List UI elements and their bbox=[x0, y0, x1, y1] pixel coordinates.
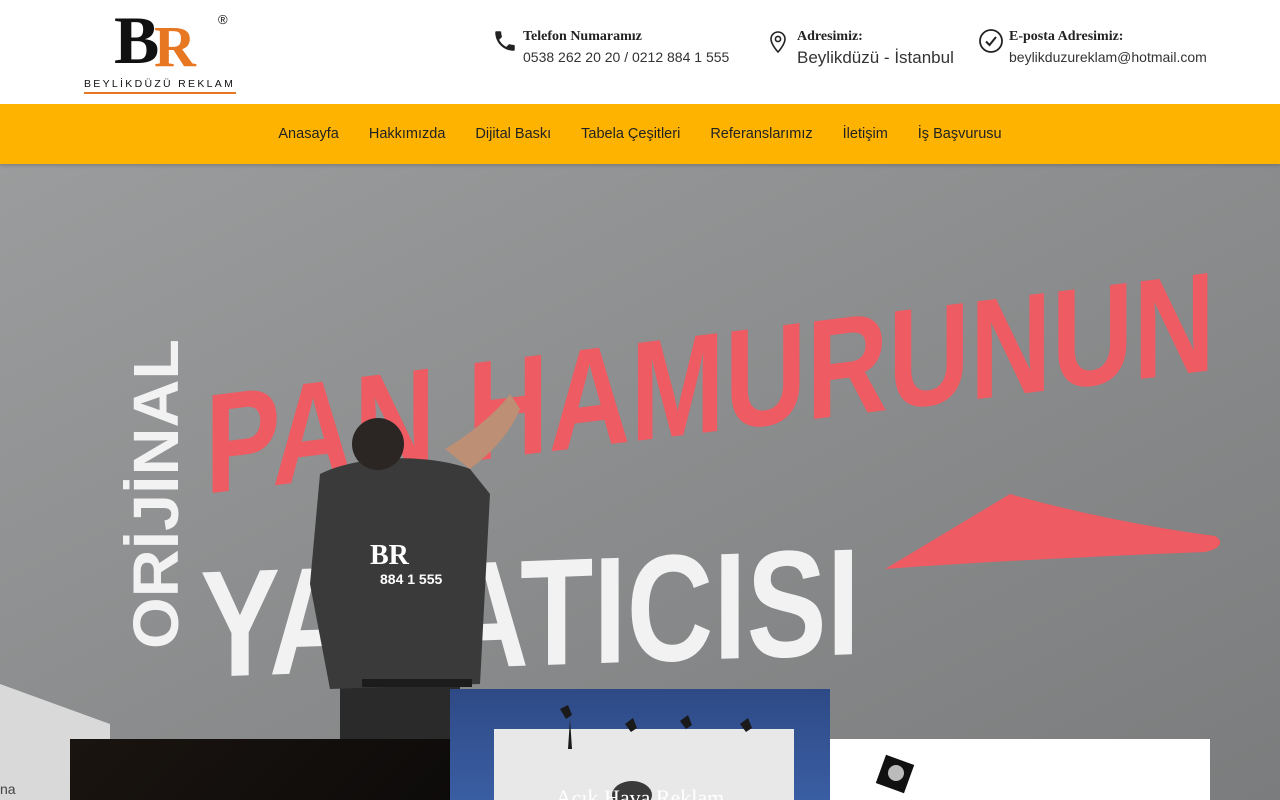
sign-side-text: ORİJİNAL bbox=[120, 339, 192, 649]
check-circle-icon bbox=[978, 28, 1004, 54]
email-value[interactable]: beylikduzureklam@hotmail.com bbox=[1009, 46, 1207, 68]
card-title-outdoor[interactable]: Açık Hava Reklam bbox=[450, 785, 830, 800]
nav-item-iletisim[interactable]: İletişim bbox=[828, 104, 903, 164]
contact-phone: Telefon Numaramız 0538 262 20 20 / 0212 … bbox=[492, 28, 729, 68]
logo-wordmark: BEYLİKDÜZÜ REKLAM bbox=[84, 78, 236, 90]
logo-letter-r: R bbox=[154, 14, 196, 79]
shirt-logo: BR bbox=[370, 540, 410, 571]
phone-icon bbox=[492, 28, 518, 54]
logo-registered-mark: ® bbox=[218, 12, 228, 27]
main-nav: Anasayfa Hakkımızda Dijital Baskı Tabela… bbox=[0, 104, 1280, 164]
billboard-image bbox=[494, 705, 794, 800]
address-value: Beylikdüzü - İstanbul bbox=[797, 48, 954, 67]
email-title: E-posta Adresimiz: bbox=[1009, 29, 1124, 44]
contact-address: Adresimiz: Beylikdüzü - İstanbul bbox=[766, 28, 954, 70]
sign-line-2: YARATICISI bbox=[200, 517, 860, 710]
nav-item-tabela-cesitleri[interactable]: Tabela Çeşitleri bbox=[566, 104, 695, 164]
nav-item-dijital-baski[interactable]: Dijital Baskı bbox=[460, 104, 566, 164]
nav-item-anasayfa[interactable]: Anasayfa bbox=[263, 104, 353, 164]
page: B R ® BEYLİKDÜZÜ REKLAM Telefon Numaramı… bbox=[0, 0, 1280, 800]
edge-cutoff-text: na bbox=[0, 781, 16, 797]
phone-title: Telefon Numaramız bbox=[523, 29, 642, 44]
service-card-left[interactable] bbox=[70, 739, 450, 800]
address-title: Adresimiz: bbox=[797, 29, 863, 44]
logo-letter-b: B bbox=[114, 2, 160, 78]
nav-item-hakkimizda[interactable]: Hakkımızda bbox=[354, 104, 461, 164]
site-header: B R ® BEYLİKDÜZÜ REKLAM Telefon Numaramı… bbox=[0, 0, 1280, 104]
logo-monogram: B R ® bbox=[114, 6, 228, 79]
contact-email: E-posta Adresimiz: beylikduzureklam@hotm… bbox=[978, 28, 1207, 68]
service-card-outdoor[interactable]: Açık Hava Reklam bbox=[450, 689, 830, 800]
phone-value[interactable]: 0538 262 20 20 / 0212 884 1 555 bbox=[523, 46, 729, 68]
shirt-phone: 884 1 555 bbox=[380, 571, 442, 587]
map-pin-icon bbox=[766, 28, 792, 54]
nav-item-is-basvurusu[interactable]: İş Başvurusu bbox=[903, 104, 1017, 164]
logo-underline bbox=[84, 92, 236, 94]
nav-item-referanslarimiz[interactable]: Referanslarımız bbox=[695, 104, 827, 164]
card-right-icon bbox=[875, 754, 915, 794]
service-card-right[interactable] bbox=[830, 739, 1210, 800]
site-logo[interactable]: B R ® BEYLİKDÜZÜ REKLAM bbox=[84, 6, 236, 94]
nav-list: Anasayfa Hakkımızda Dijital Baskı Tabela… bbox=[0, 104, 1280, 164]
